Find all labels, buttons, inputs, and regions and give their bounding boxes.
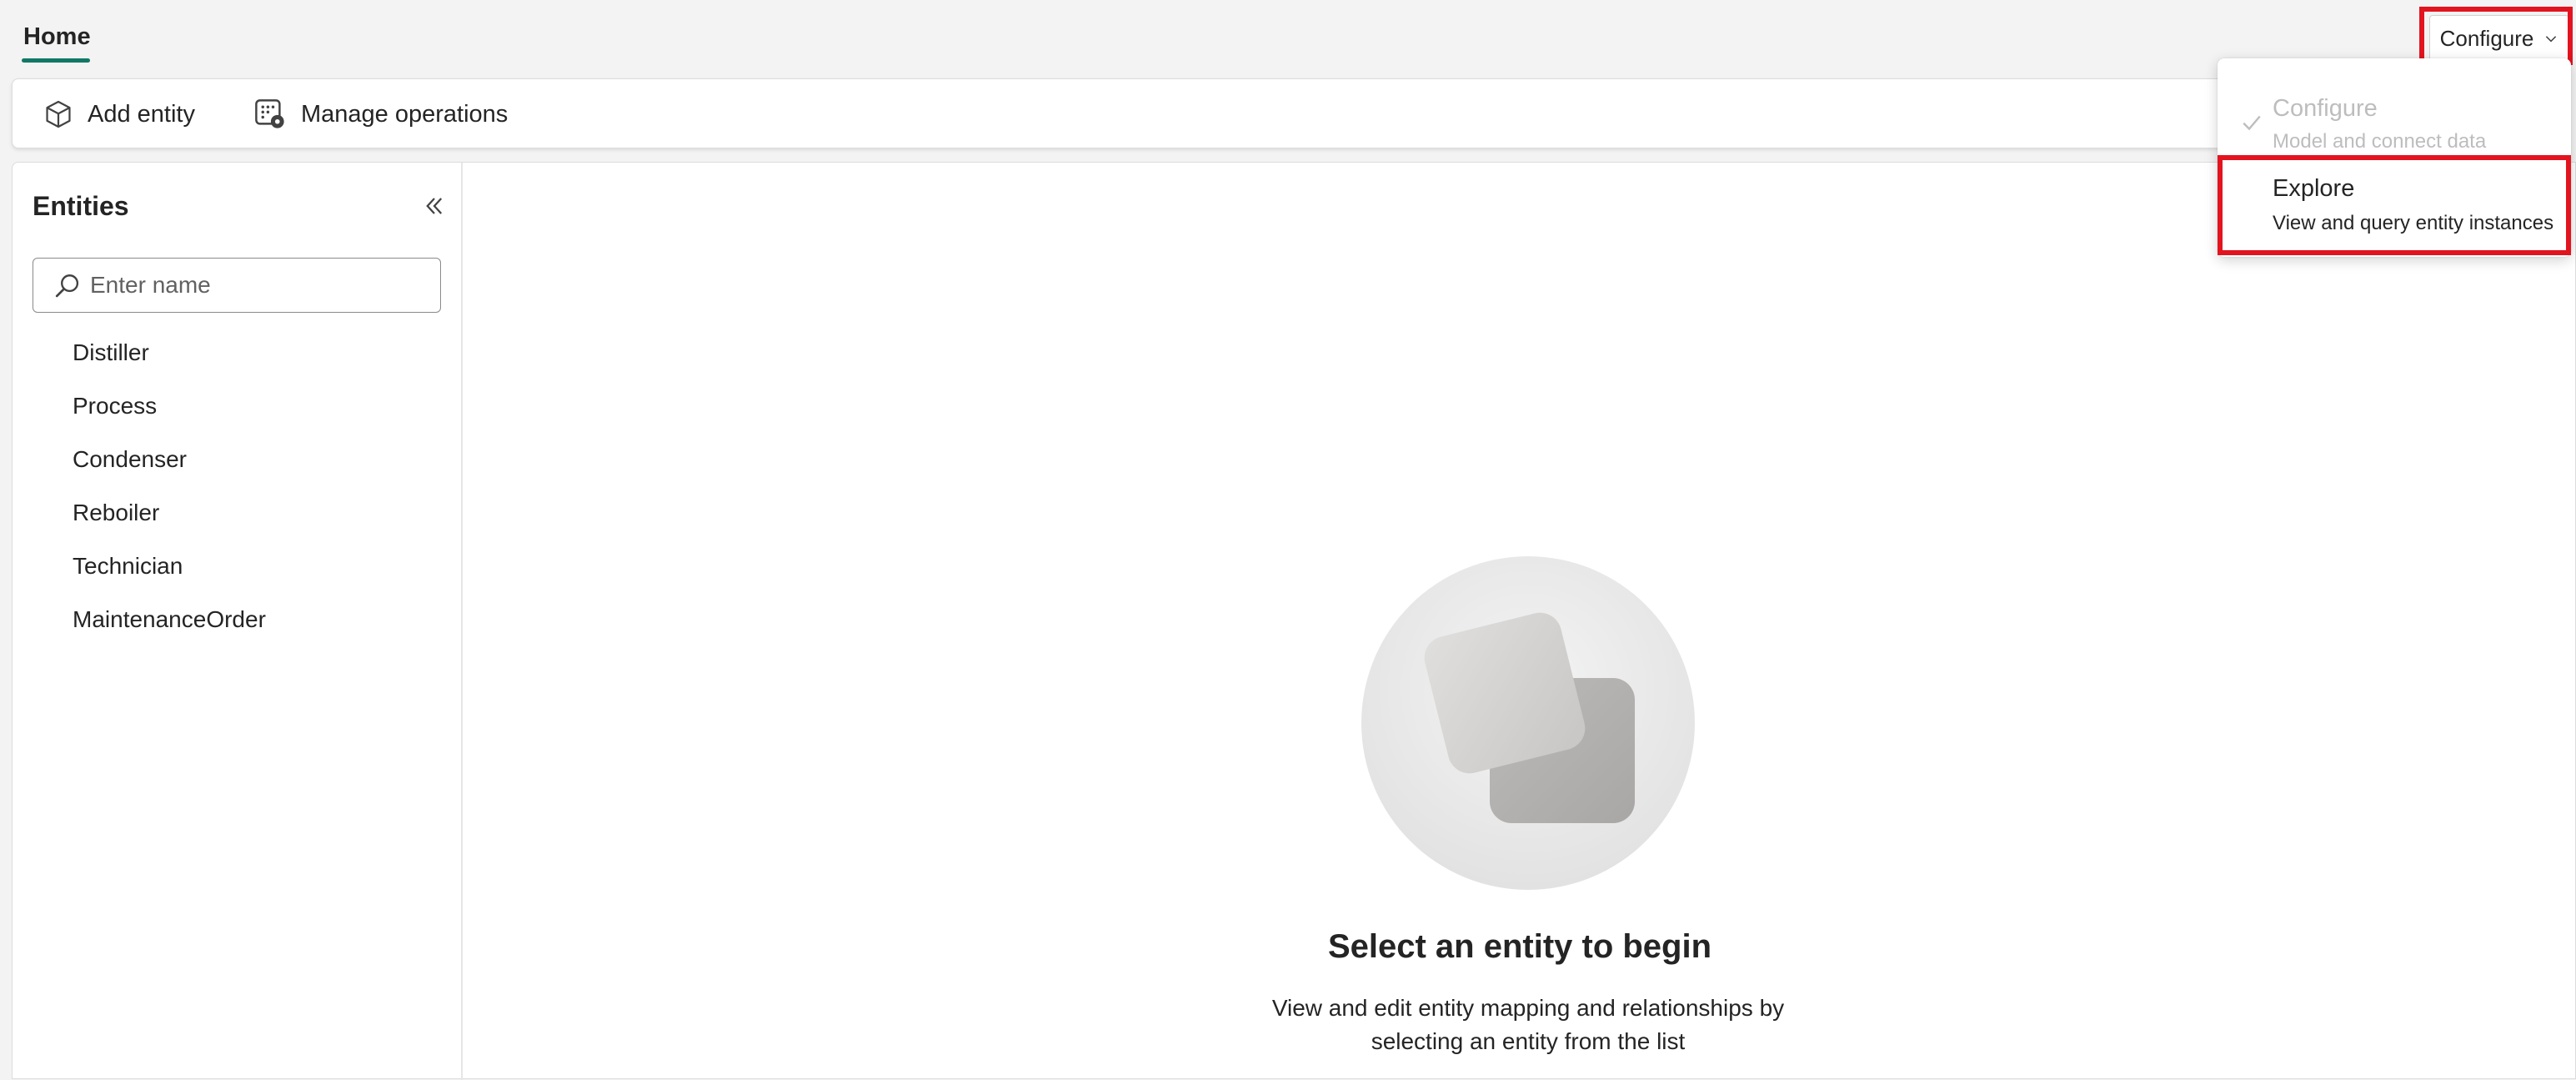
sidebar-title: Entities — [33, 191, 129, 221]
menu-item-configure[interactable]: Configure Model and connect data — [2218, 75, 2571, 165]
cube-icon — [46, 100, 71, 128]
main-panel: Entities Distiller Process Condenser Reb… — [12, 162, 2576, 1080]
manage-operations-button[interactable]: Manage operations — [253, 79, 508, 149]
top-tab-bar: Home Configure — [0, 0, 2576, 77]
empty-state-illustration — [1361, 556, 1695, 890]
entity-search-box — [33, 258, 441, 313]
menu-item-configure-sublabel: Model and connect data — [2273, 130, 2487, 153]
entity-item-reboiler[interactable]: Reboiler — [13, 486, 463, 540]
empty-state: Select an entity to begin View and edit … — [463, 163, 2576, 1080]
entity-item-distiller[interactable]: Distiller — [13, 326, 463, 379]
entity-item-process[interactable]: Process — [13, 379, 463, 433]
tab-home[interactable]: Home — [23, 23, 91, 51]
add-entity-label: Add entity — [88, 100, 195, 128]
add-entity-button[interactable]: Add entity — [43, 79, 195, 149]
empty-state-description: View and edit entity mapping and relatio… — [1271, 995, 1785, 1054]
search-icon — [55, 274, 79, 298]
entity-item-maintenanceorder[interactable]: MaintenanceOrder — [13, 593, 463, 646]
empty-state-title: Select an entity to begin — [1327, 928, 1712, 965]
collapse-sidebar-button[interactable] — [416, 188, 453, 224]
entity-search-input[interactable] — [90, 265, 423, 305]
highlight-box — [2218, 155, 2571, 255]
ribbon-toolbar: Add entity Manage operations — [12, 78, 2563, 148]
highlight-box — [2419, 7, 2573, 65]
manage-operations-label: Manage operations — [301, 100, 509, 128]
menu-item-configure-label: Configure — [2273, 95, 2378, 122]
entity-list: Distiller Process Condenser Reboiler Tec… — [13, 326, 463, 646]
entity-item-condenser[interactable]: Condenser — [13, 433, 463, 486]
tab-home-indicator — [22, 58, 90, 63]
entities-sidebar: Entities Distiller Process Condenser Reb… — [13, 163, 463, 1080]
checkmark-icon — [2243, 115, 2261, 131]
entity-item-technician[interactable]: Technician — [13, 540, 463, 593]
grid-gear-icon — [255, 99, 284, 128]
double-chevron-left-icon — [426, 198, 443, 214]
